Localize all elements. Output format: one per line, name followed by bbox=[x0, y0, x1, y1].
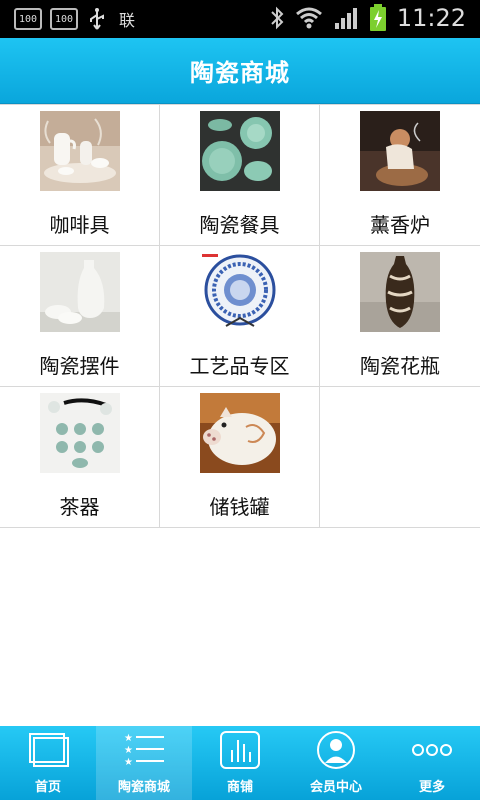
category-crafts[interactable]: 工艺品专区 bbox=[160, 246, 320, 387]
tea-set-image bbox=[39, 393, 120, 473]
battery-100-icon: 100 bbox=[50, 8, 78, 30]
svg-text:★: ★ bbox=[124, 733, 133, 744]
category-label: 陶瓷摆件 bbox=[39, 354, 120, 378]
status-bar: 100 100 联 11:22 bbox=[0, 0, 480, 38]
tab-label: 会员中心 bbox=[309, 780, 362, 795]
tab-member-center[interactable]: 会员中心 bbox=[288, 726, 384, 800]
piggy-bank-image bbox=[199, 393, 280, 473]
incense-burner-image bbox=[360, 111, 440, 191]
category-label: 咖啡具 bbox=[49, 213, 110, 237]
more-icon bbox=[412, 744, 452, 756]
tableware-image bbox=[199, 111, 280, 191]
svg-text:★: ★ bbox=[124, 745, 133, 756]
clock: 11:22 bbox=[396, 4, 466, 32]
shop-icon bbox=[220, 731, 260, 769]
coffee-set-image bbox=[39, 111, 120, 191]
wifi-icon bbox=[295, 7, 322, 29]
app-header: 陶瓷商城 bbox=[0, 38, 480, 104]
battery-100-icon: 100 bbox=[14, 8, 42, 30]
category-label: 工艺品专区 bbox=[189, 354, 290, 378]
tab-label: 商铺 bbox=[226, 780, 253, 795]
page-title: 陶瓷商城 bbox=[190, 59, 290, 87]
category-tableware[interactable]: 陶瓷餐具 bbox=[160, 105, 320, 246]
category-label: 储钱罐 bbox=[209, 495, 270, 519]
category-vase[interactable]: 陶瓷花瓶 bbox=[320, 246, 480, 387]
member-icon bbox=[317, 731, 355, 769]
usb-icon bbox=[90, 8, 104, 30]
tab-ceramics-mall[interactable]: ★ ★ ★ 陶瓷商城 bbox=[96, 726, 192, 800]
category-tea-set[interactable]: 茶器 bbox=[0, 387, 160, 528]
svg-text:★: ★ bbox=[124, 757, 133, 768]
tab-label: 陶瓷商城 bbox=[117, 780, 170, 795]
ornament-image bbox=[39, 252, 120, 332]
tab-shop[interactable]: 商铺 bbox=[192, 726, 288, 800]
tab-home[interactable]: 首页 bbox=[0, 726, 96, 800]
tab-label: 更多 bbox=[418, 780, 445, 795]
home-icon bbox=[29, 733, 69, 767]
category-incense-burner[interactable]: 薰香炉 bbox=[320, 105, 480, 246]
empty-cell bbox=[320, 387, 480, 528]
battery-charging-icon bbox=[369, 4, 386, 31]
category-label: 陶瓷花瓶 bbox=[360, 354, 440, 378]
sim-icon: 联 bbox=[118, 11, 135, 30]
category-label: 薰香炉 bbox=[370, 213, 430, 237]
category-piggy-bank[interactable]: 储钱罐 bbox=[160, 387, 320, 528]
tab-more[interactable]: 更多 bbox=[384, 726, 480, 800]
category-label: 陶瓷餐具 bbox=[199, 213, 280, 237]
bluetooth-icon bbox=[271, 6, 284, 30]
plate-image bbox=[199, 252, 280, 332]
category-coffee-set[interactable]: 咖啡具 bbox=[0, 105, 160, 246]
category-ornament[interactable]: 陶瓷摆件 bbox=[0, 246, 160, 387]
bottom-tab-bar: 首页 ★ ★ ★ 陶瓷商城 商铺 会员中心 更多 bbox=[0, 726, 480, 800]
signal-icon bbox=[334, 8, 357, 29]
vase-image bbox=[360, 252, 440, 332]
category-grid: 咖啡具 陶瓷餐具 薰香炉 陶瓷摆件 工艺品专区 陶瓷花瓶 茶器 储钱罐 bbox=[0, 104, 480, 528]
category-label: 茶器 bbox=[59, 495, 100, 519]
tab-label: 首页 bbox=[34, 780, 61, 795]
list-icon: ★ ★ ★ bbox=[124, 733, 164, 768]
